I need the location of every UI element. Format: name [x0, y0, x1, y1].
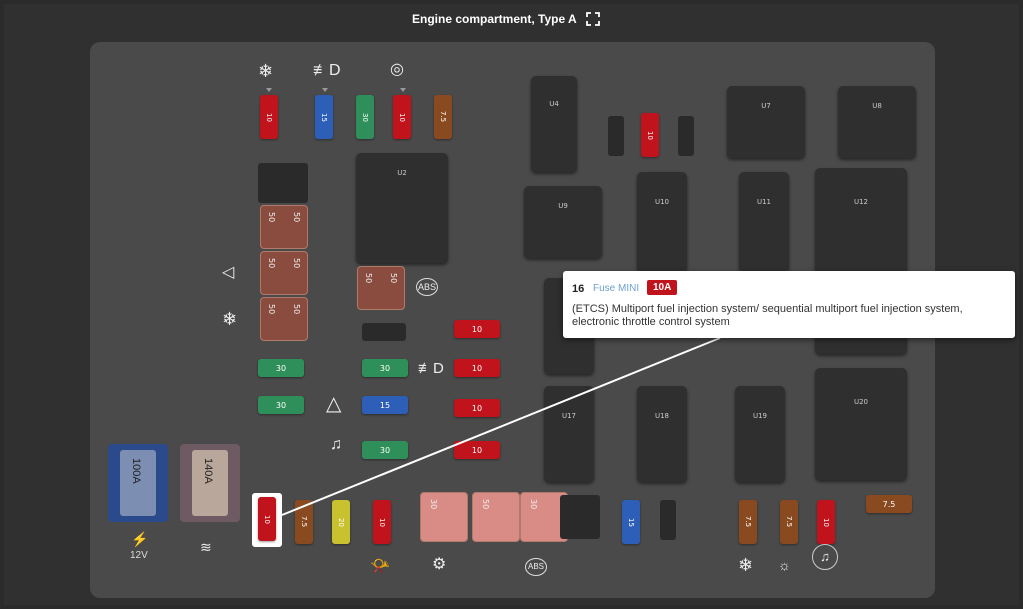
- fuse-type: Fuse MINI: [593, 283, 640, 294]
- fuse-number: 16: [572, 283, 585, 295]
- fuse-amperage-badge: 10A: [647, 280, 678, 295]
- fuse-description: (ETCS) Multiport fuel injection system/ …: [572, 303, 963, 328]
- fuse-tooltip: 16 Fuse MINI 10A (ETCS) Multiport fuel i…: [563, 271, 1015, 338]
